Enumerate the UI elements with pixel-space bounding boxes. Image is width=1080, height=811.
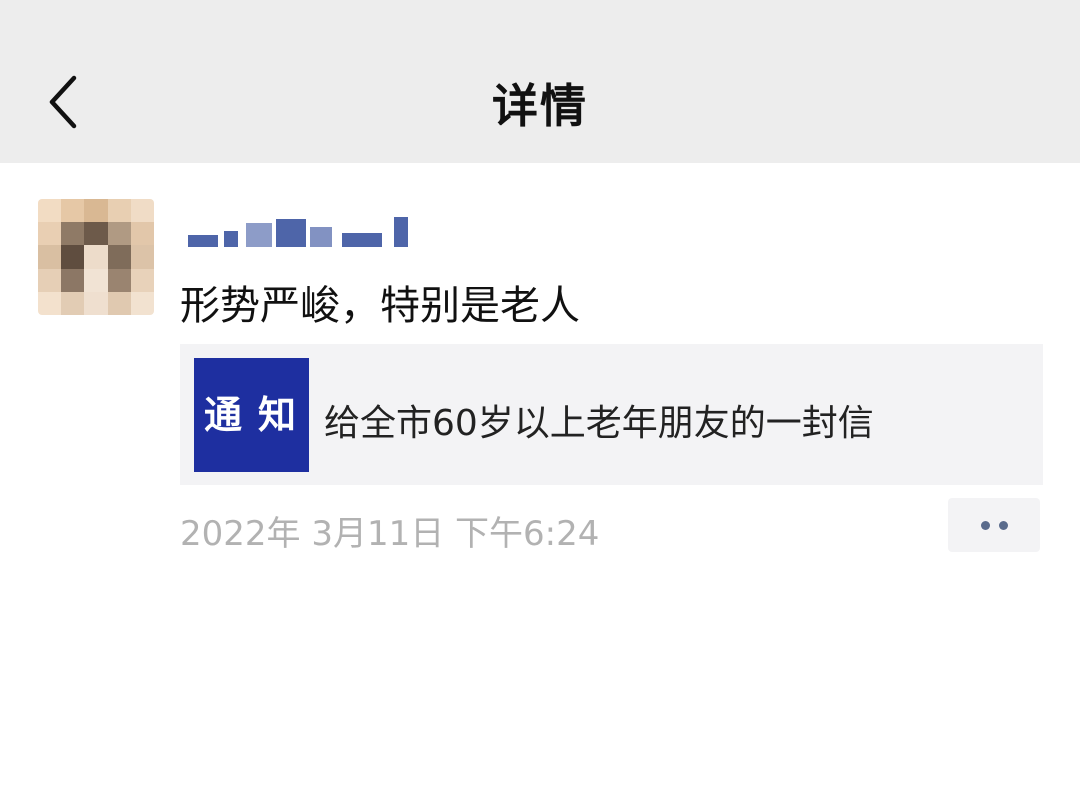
shared-article-card[interactable]: 通知 给全市60岁以上老年朋友的一封信: [180, 344, 1043, 485]
article-thumbnail: 通知: [194, 358, 309, 472]
username-redacted[interactable]: [180, 213, 430, 247]
more-dots-icon-dot: [999, 521, 1008, 530]
avatar[interactable]: [38, 199, 154, 315]
page-title: 详情: [492, 79, 588, 133]
thumbnail-text: 通知: [204, 393, 313, 437]
article-title: 给全市60岁以上老年朋友的一封信: [324, 403, 874, 444]
post-timestamp: 2022年 3月11日 下午6:24: [180, 514, 600, 554]
post-detail: 形势严峻，特别是老人 通知 给全市60岁以上老年朋友的一封信 2022年 3月1…: [0, 163, 1080, 811]
post-text: 形势严峻，特别是老人: [180, 283, 580, 329]
more-dots-icon: [981, 521, 990, 530]
more-actions-button[interactable]: [948, 498, 1040, 552]
nav-bar: 详情: [0, 0, 1080, 163]
